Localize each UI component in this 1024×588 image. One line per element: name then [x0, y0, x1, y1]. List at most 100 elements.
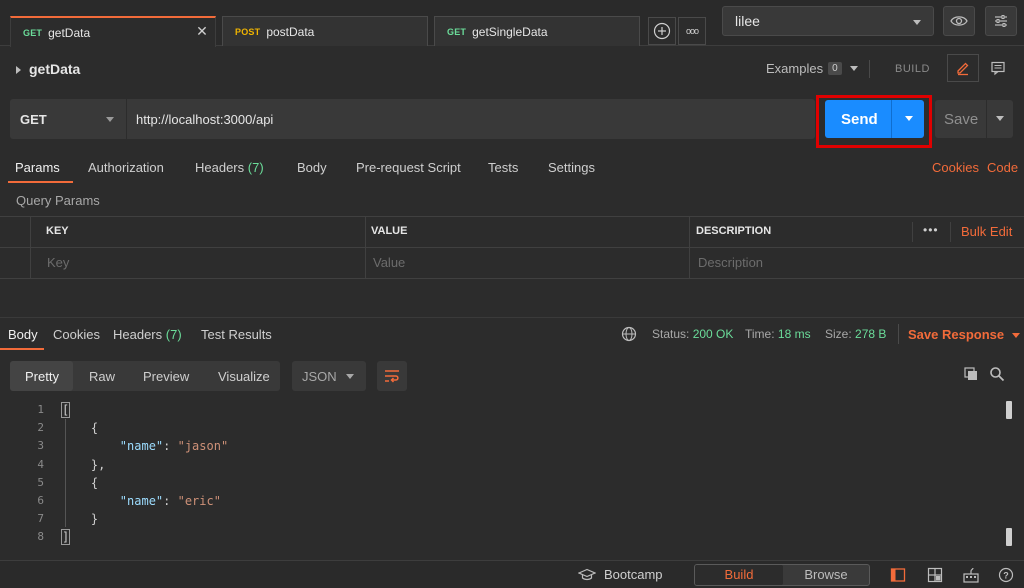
- wrap-lines-button[interactable]: [377, 361, 407, 391]
- close-icon[interactable]: ✕: [195, 24, 209, 38]
- build-mode-button[interactable]: Build: [695, 565, 783, 585]
- code-line: 1[: [0, 401, 1000, 419]
- save-label: Save: [944, 110, 979, 128]
- environment-quick-look-button[interactable]: [943, 6, 975, 36]
- examples-label: Examples: [766, 61, 824, 76]
- chevron-down-icon: [913, 20, 921, 25]
- tab-headers-count: (7): [247, 160, 264, 175]
- description-input[interactable]: Description: [698, 255, 763, 270]
- chevron-down-icon[interactable]: [905, 116, 913, 121]
- new-tab-button[interactable]: [648, 17, 676, 45]
- json-punctuation: {: [62, 421, 99, 436]
- more-tabs-button[interactable]: ooo: [678, 17, 706, 45]
- json-punctuation: [62, 494, 120, 508]
- view-pretty[interactable]: Pretty: [25, 369, 59, 384]
- edit-button[interactable]: [947, 54, 979, 82]
- response-body-editor[interactable]: 1[2 {3 "name": "jason" 4 }, 5 {6 "name": "…: [0, 400, 1000, 550]
- json-punctuation: {: [62, 475, 99, 490]
- response-tab-body[interactable]: Body: [8, 327, 38, 342]
- chevron-down-icon: [346, 374, 354, 379]
- cookies-link[interactable]: Cookies: [932, 160, 979, 175]
- more-icon[interactable]: •••: [923, 223, 939, 237]
- json-punctuation: :: [163, 494, 178, 508]
- globe-icon[interactable]: [621, 326, 637, 345]
- eye-icon: [950, 16, 968, 26]
- response-tab-test-results[interactable]: Test Results: [201, 327, 272, 342]
- code-link[interactable]: Code: [987, 160, 1018, 175]
- tab-getdata[interactable]: GET getData ✕: [10, 16, 216, 47]
- tab-params[interactable]: Params: [15, 160, 60, 175]
- size-value[interactable]: 278 B: [855, 327, 886, 341]
- scrollbar-thumb[interactable]: [1006, 401, 1012, 419]
- chevron-down-icon[interactable]: [996, 116, 1004, 121]
- json-punctuation: [: [60, 402, 71, 418]
- tab-body[interactable]: Body: [297, 160, 327, 175]
- tab-authorization[interactable]: Authorization: [88, 160, 164, 175]
- tab-headers[interactable]: Headers (7): [195, 160, 264, 175]
- browse-mode-button[interactable]: Browse: [783, 565, 869, 585]
- line-number: 3: [37, 439, 44, 453]
- url-input[interactable]: http://localhost:3000/api: [127, 99, 815, 139]
- response-tab-cookies[interactable]: Cookies: [53, 327, 100, 342]
- keyboard-icon[interactable]: [961, 565, 981, 585]
- tab-tests[interactable]: Tests: [488, 160, 518, 175]
- build-label: BUILD: [895, 63, 930, 75]
- more-icon: ooo: [685, 26, 699, 36]
- key-input[interactable]: Key: [47, 255, 69, 270]
- column-header-value: VALUE: [371, 225, 408, 237]
- request-title[interactable]: getData: [16, 61, 80, 77]
- code-text: }: [62, 510, 98, 528]
- examples-dropdown[interactable]: Examples 0: [766, 61, 858, 76]
- table-border: [0, 216, 1024, 217]
- view-preview[interactable]: Preview: [143, 369, 189, 384]
- column-header-key: KEY: [46, 225, 69, 237]
- line-number: 6: [37, 494, 44, 507]
- bootcamp-button[interactable]: Bootcamp: [578, 567, 663, 582]
- two-pane-icon[interactable]: [888, 565, 908, 585]
- tab-getsingledata[interactable]: GET getSingleData: [434, 16, 640, 46]
- divider: [869, 60, 870, 78]
- layout-grid-icon[interactable]: [925, 565, 945, 585]
- save-response-button[interactable]: Save Response: [908, 327, 1021, 342]
- status-value[interactable]: 200 OK: [693, 327, 734, 341]
- bulk-edit-link[interactable]: Bulk Edit: [961, 224, 1012, 239]
- tab-postdata[interactable]: POST postData: [222, 16, 428, 46]
- table-border: [365, 216, 366, 278]
- response-tab-headers-label: Headers: [113, 327, 163, 342]
- active-tab-indicator: [0, 348, 44, 350]
- line-number: 2: [37, 421, 44, 435]
- pencil-icon: [957, 62, 969, 76]
- manage-environments-button[interactable]: [985, 6, 1017, 36]
- code-text: },: [62, 456, 105, 474]
- save-button[interactable]: Save: [935, 100, 1013, 138]
- code-text: {: [62, 419, 98, 437]
- line-number: 1: [37, 403, 44, 416]
- request-title-row: [0, 50, 1024, 88]
- view-raw[interactable]: Raw: [89, 369, 115, 384]
- code-line: 4 },: [0, 456, 1000, 474]
- help-icon[interactable]: ?: [996, 565, 1016, 585]
- comments-button[interactable]: [983, 54, 1013, 82]
- status-readout: Status: 200 OK: [652, 327, 733, 341]
- view-visualize[interactable]: Visualize: [218, 369, 270, 384]
- copy-icon[interactable]: [963, 366, 979, 385]
- tab-settings[interactable]: Settings: [548, 160, 595, 175]
- tab-headers-label: Headers: [195, 160, 245, 175]
- response-tab-headers[interactable]: Headers (7): [113, 327, 182, 342]
- code-text: "name": "eric": [62, 492, 221, 510]
- method-select[interactable]: GET: [10, 99, 126, 139]
- format-select[interactable]: JSON: [292, 361, 366, 391]
- bootcamp-label: Bootcamp: [604, 567, 663, 582]
- status-bar: [0, 560, 1024, 588]
- sliders-icon: [995, 15, 1007, 27]
- environment-select[interactable]: lilee: [722, 6, 934, 36]
- value-input[interactable]: Value: [373, 255, 405, 270]
- time-value[interactable]: 18 ms: [778, 327, 811, 341]
- send-button[interactable]: Send: [825, 100, 924, 138]
- search-icon[interactable]: [989, 366, 1005, 385]
- divider: [986, 100, 987, 138]
- scrollbar-thumb[interactable]: [1006, 528, 1012, 546]
- json-punctuation: [62, 439, 120, 453]
- request-name: getData: [29, 61, 81, 77]
- tab-prerequest-script[interactable]: Pre-request Script: [356, 160, 461, 175]
